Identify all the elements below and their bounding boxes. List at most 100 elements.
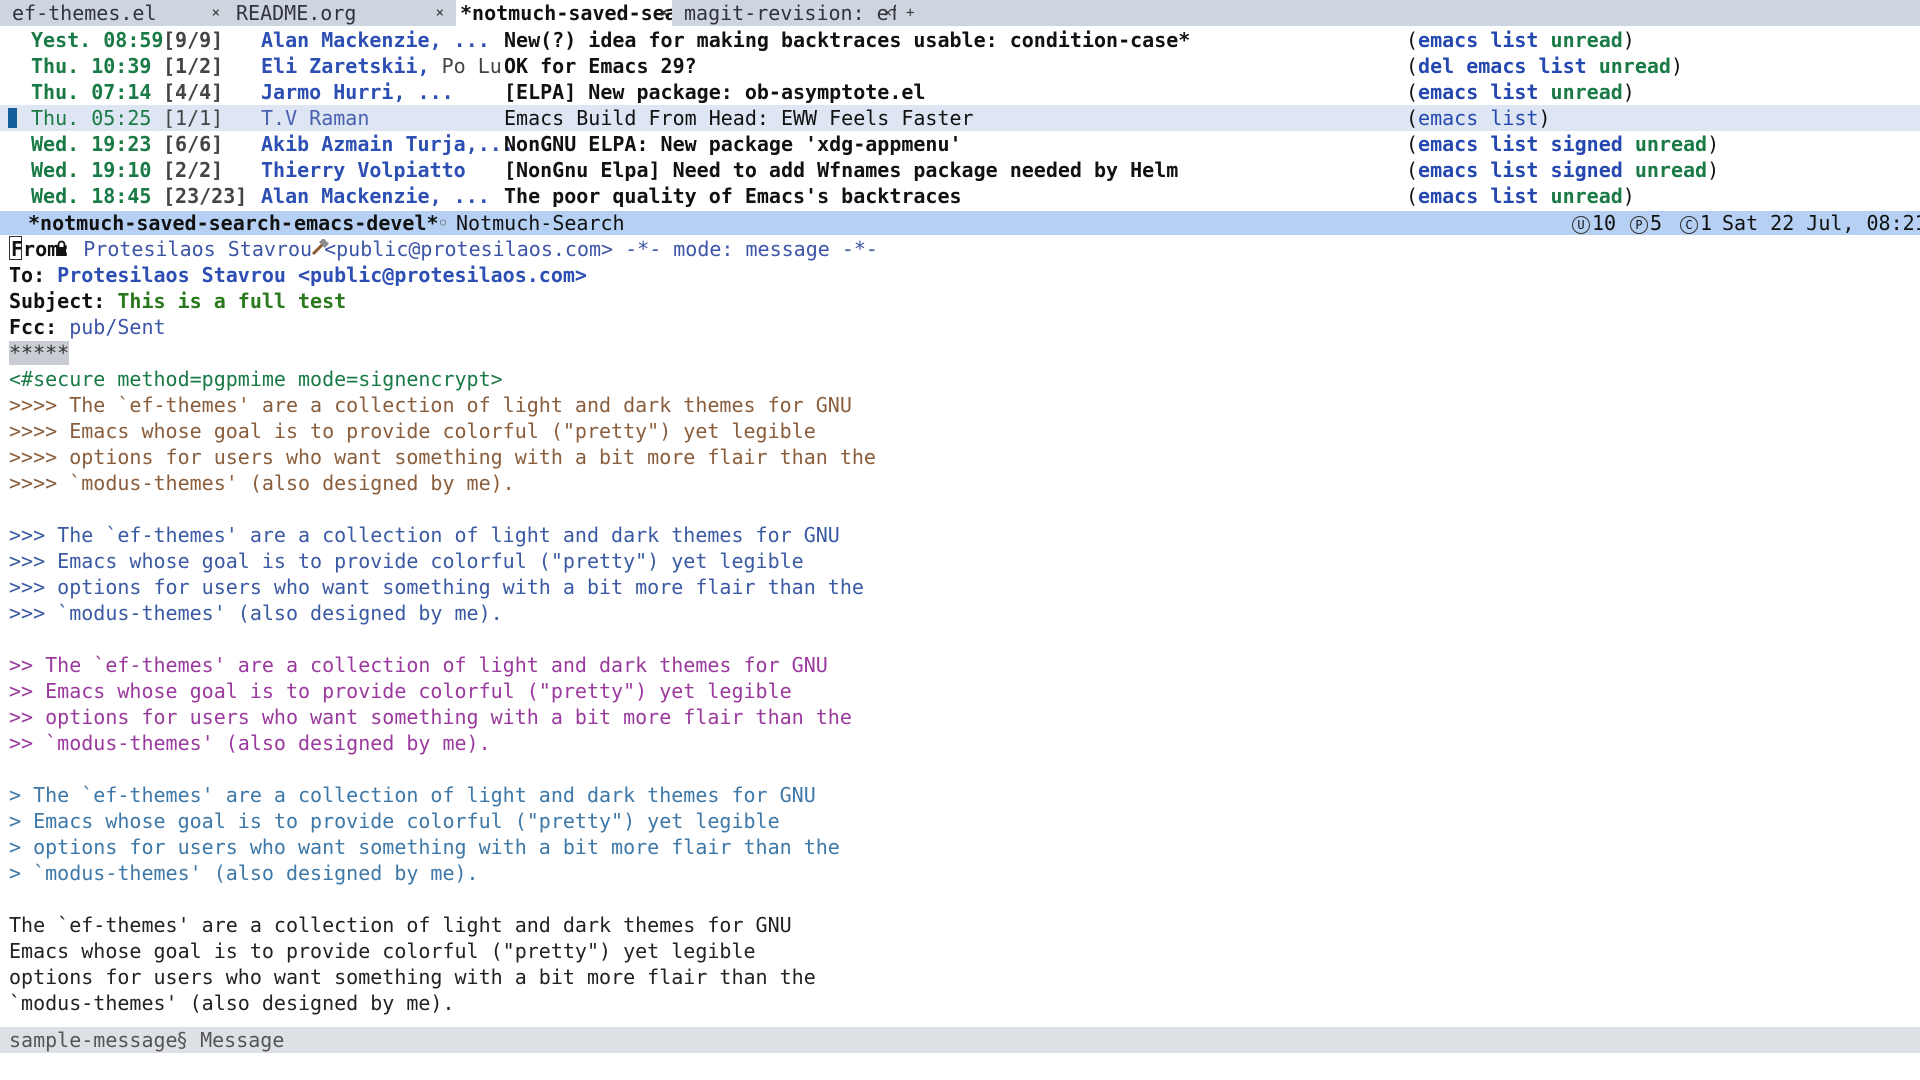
result-count: [1/2] bbox=[163, 54, 224, 78]
tag-list[interactable]: list bbox=[1490, 28, 1538, 52]
close-icon[interactable]: × bbox=[660, 0, 668, 26]
quoted-line[interactable]: >>> Emacs whose goal is to provide color… bbox=[9, 548, 1920, 574]
tag-signed[interactable]: signed bbox=[1551, 132, 1623, 156]
quoted-line[interactable]: >>>> `modus-themes' (also designed by me… bbox=[9, 470, 1920, 496]
search-result-row[interactable]: Yest. 08:59 [9/9] Alan Mackenzie, ... New(?… bbox=[0, 27, 1920, 53]
tab-magit-revision[interactable]: magit-revision: ef × bbox=[680, 0, 896, 26]
to-value[interactable]: Protesilaos Stavrou <public@protesilaos.… bbox=[45, 263, 587, 287]
tag-emacs[interactable]: emacs bbox=[1466, 54, 1526, 78]
result-authors: Jarmo Hurri, ... bbox=[261, 80, 454, 104]
quoted-line[interactable]: >> options for users who want something … bbox=[9, 704, 1920, 730]
tag-list[interactable]: list bbox=[1538, 54, 1586, 78]
result-authors: Eli Zaretskii, Po Lu bbox=[261, 54, 502, 78]
search-result-row[interactable]: Thu. 07:14 [4/4] Jarmo Hurri, ... [ELPA] Ne… bbox=[0, 79, 1920, 105]
bottom-buffer-name[interactable]: sample-message bbox=[9, 1027, 178, 1053]
tag-list[interactable]: list bbox=[1490, 184, 1538, 208]
result-count: [23/23] bbox=[163, 184, 248, 208]
tab-label: ef-themes.el bbox=[12, 1, 157, 25]
tab-label: README.org bbox=[236, 1, 357, 25]
new-tab-button[interactable]: + bbox=[906, 0, 914, 26]
result-tags: (emacs list unread) bbox=[1406, 79, 1635, 105]
close-icon[interactable]: × bbox=[436, 0, 444, 26]
tab-readme[interactable]: README.org × bbox=[232, 0, 448, 26]
quoted-line[interactable]: > Emacs whose goal is to provide colorfu… bbox=[9, 808, 1920, 834]
result-subject: OK for Emacs 29? bbox=[504, 54, 697, 78]
tag-list[interactable]: list bbox=[1490, 106, 1538, 130]
tab-label: *notmuch-saved-sea bbox=[460, 1, 672, 25]
tag-spacer bbox=[1478, 184, 1490, 208]
bottom-mode-line: sample-message § Message bbox=[0, 1027, 1920, 1053]
tag-spacer bbox=[1538, 184, 1550, 208]
subject-key: Subject: bbox=[9, 289, 106, 313]
tag-emacs[interactable]: emacs bbox=[1418, 28, 1478, 52]
tag-unread[interactable]: unread bbox=[1551, 184, 1623, 208]
quoted-line[interactable]: >>>> Emacs whose goal is to provide colo… bbox=[9, 418, 1920, 444]
from-value[interactable]: Protesilaos Stavrou <public@protesilaos.… bbox=[71, 237, 878, 261]
tag-emacs[interactable]: emacs bbox=[1418, 132, 1478, 156]
body-line[interactable]: options for users who want something wit… bbox=[9, 964, 1920, 990]
quoted-line[interactable]: >>> options for users who want something… bbox=[9, 574, 1920, 600]
to-header[interactable]: To: Protesilaos Stavrou <public@protesil… bbox=[9, 262, 1920, 288]
from-header[interactable]: From: Protesilaos Stavrou <public@protes… bbox=[9, 236, 1920, 262]
tags-close-paren: ) bbox=[1622, 80, 1635, 104]
bottom-major-mode[interactable]: § Message bbox=[176, 1027, 284, 1053]
tag-emacs[interactable]: emacs bbox=[1418, 106, 1478, 130]
quoted-line[interactable]: > `modus-themes' (also designed by me). bbox=[9, 860, 1920, 886]
quoted-line[interactable]: > options for users who want something w… bbox=[9, 834, 1920, 860]
tag-list[interactable]: list bbox=[1490, 158, 1538, 182]
quoted-line[interactable]: >> `modus-themes' (also designed by me). bbox=[9, 730, 1920, 756]
tag-emacs[interactable]: emacs bbox=[1418, 158, 1478, 182]
tags-open-paren: ( bbox=[1406, 54, 1419, 78]
tag-unread[interactable]: unread bbox=[1599, 54, 1671, 78]
tag-unread[interactable]: unread bbox=[1551, 80, 1623, 104]
quoted-line[interactable]: >> The `ef-themes' are a collection of l… bbox=[9, 652, 1920, 678]
fcc-header[interactable]: Fcc: pub/Sent bbox=[9, 314, 1920, 340]
result-subject: [NonGnu Elpa] Need to add Wfnames packag… bbox=[504, 158, 1179, 182]
search-result-row[interactable]: Wed. 18:45 [23/23] Alan Mackenzie, ... The … bbox=[0, 183, 1920, 209]
quoted-line[interactable]: >>> `modus-themes' (also designed by me)… bbox=[9, 600, 1920, 626]
search-result-row[interactable]: Wed. 19:10 [2/2] Thierry Volpiatto [NonGnu … bbox=[0, 157, 1920, 183]
tag-emacs[interactable]: emacs bbox=[1418, 184, 1478, 208]
tab-notmuch-saved-search[interactable]: *notmuch-saved-sea × bbox=[456, 0, 672, 26]
body-line[interactable]: `modus-themes' (also designed by me). bbox=[9, 990, 1920, 1016]
search-result-row[interactable]: Thu. 05:25 [1/1] T.V Raman Emacs Build From… bbox=[0, 105, 1920, 131]
tag-spacer bbox=[1623, 158, 1635, 182]
body-line[interactable]: Emacs whose goal is to provide colorful … bbox=[9, 938, 1920, 964]
close-icon[interactable]: × bbox=[212, 0, 220, 26]
secure-tag[interactable]: <#secure method=pgpmime mode=signencrypt… bbox=[9, 366, 1920, 392]
tag-unread[interactable]: unread bbox=[1551, 28, 1623, 52]
tag-unread[interactable]: unread bbox=[1635, 158, 1707, 182]
tags-close-paren: ) bbox=[1538, 106, 1551, 130]
quoted-line[interactable]: >>> The `ef-themes' are a collection of … bbox=[9, 522, 1920, 548]
search-result-row[interactable]: Thu. 10:39 [1/2] Eli Zaretskii, Po Lu OK fo… bbox=[0, 53, 1920, 79]
quoted-line[interactable]: >> Emacs whose goal is to provide colorf… bbox=[9, 678, 1920, 704]
tag-spacer bbox=[1478, 80, 1490, 104]
result-tags: (emacs list signed unread) bbox=[1406, 131, 1719, 157]
fcc-value[interactable]: pub/Sent bbox=[57, 315, 165, 339]
tag-emacs[interactable]: emacs bbox=[1418, 80, 1478, 104]
result-authors: Akib Azmain Turja,... bbox=[261, 132, 514, 156]
quoted-line[interactable]: >>>> options for users who want somethin… bbox=[9, 444, 1920, 470]
tag-del[interactable]: del bbox=[1418, 54, 1454, 78]
mode-line-buffer-suffix[interactable]: emacs-devel* bbox=[282, 211, 439, 235]
quoted-line[interactable]: > The `ef-themes' are a collection of li… bbox=[9, 782, 1920, 808]
tags-open-paren: ( bbox=[1406, 28, 1419, 52]
tag-spacer bbox=[1538, 80, 1550, 104]
quoted-line[interactable]: >>>> The `ef-themes' are a collection of… bbox=[9, 392, 1920, 418]
tag-list[interactable]: list bbox=[1490, 132, 1538, 156]
p-count-badge: P5 bbox=[1630, 211, 1662, 235]
close-icon[interactable]: × bbox=[884, 0, 892, 26]
tag-list[interactable]: list bbox=[1490, 80, 1538, 104]
search-result-row[interactable]: Wed. 19:23 [6/6] Akib Azmain Turja,... NonG… bbox=[0, 131, 1920, 157]
tags-open-paren: ( bbox=[1406, 158, 1419, 182]
tag-signed[interactable]: signed bbox=[1551, 158, 1623, 182]
major-mode[interactable]: Notmuch-Search bbox=[456, 211, 625, 235]
subject-value[interactable]: This is a full test bbox=[105, 289, 346, 313]
body-line[interactable]: The `ef-themes' are a collection of ligh… bbox=[9, 912, 1920, 938]
result-authors-extra: Po Lu bbox=[429, 54, 502, 78]
mode-line-buffer-name[interactable]: *notmuch-saved-search- bbox=[28, 211, 293, 235]
subject-header[interactable]: Subject: This is a full test bbox=[9, 288, 1920, 314]
p-count: 5 bbox=[1650, 211, 1663, 235]
tag-unread[interactable]: unread bbox=[1635, 132, 1707, 156]
tab-ef-themes[interactable]: ef-themes.el × bbox=[8, 0, 224, 26]
